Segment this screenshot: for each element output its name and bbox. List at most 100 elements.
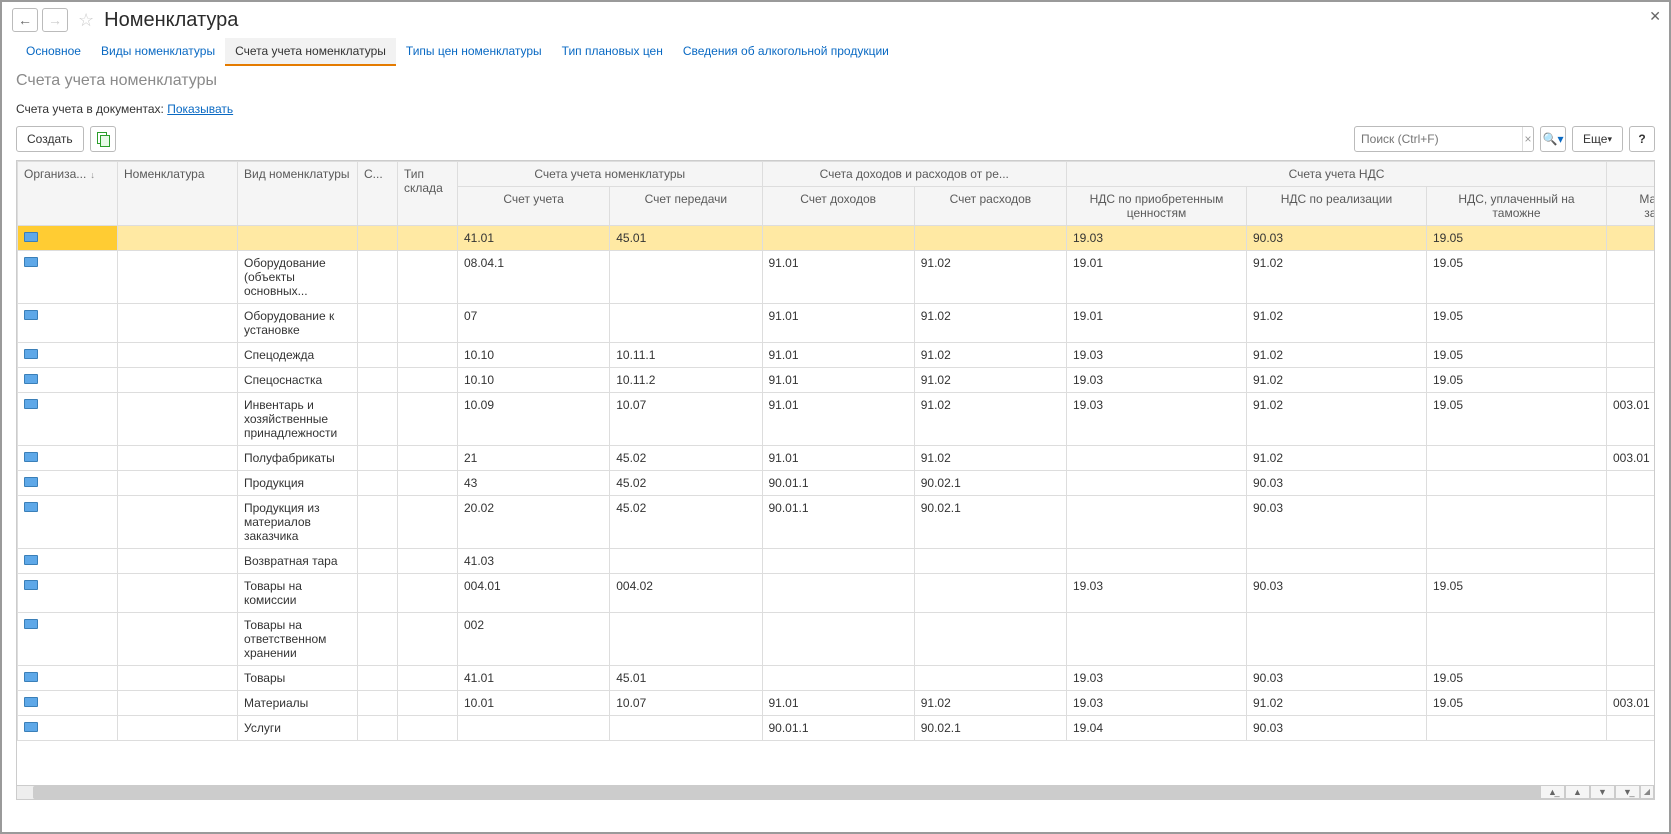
tab-bar: ОсновноеВиды номенклатурыСчета учета ном… (2, 38, 1669, 66)
table-row[interactable]: Товары на комиссии004.01004.0219.0390.03… (18, 574, 1656, 613)
table-row[interactable]: Спецодежда10.1010.11.191.0191.0219.0391.… (18, 343, 1656, 368)
table-row[interactable]: Инвентарь и хозяйственные принадлежности… (18, 393, 1656, 446)
cell: 003.01 (1607, 446, 1656, 471)
resize-corner[interactable]: ◢ (1640, 785, 1654, 799)
scroll-bottom-button[interactable]: ▼̲ (1615, 785, 1640, 799)
table-row[interactable]: Материалы10.0110.0791.0191.0219.0391.021… (18, 691, 1656, 716)
search-button[interactable]: 🔍▾ (1540, 126, 1566, 152)
cell: Продукция из материалов заказчика (238, 496, 358, 549)
table-row[interactable]: Полуфабрикаты2145.0291.0191.0291.02003.0… (18, 446, 1656, 471)
create-button[interactable]: Создать (16, 126, 84, 152)
copy-button[interactable] (90, 126, 116, 152)
col-ndsin-header[interactable]: НДС по приобретенным ценностям (1067, 187, 1247, 226)
tab-4[interactable]: Тип плановых цен (552, 38, 673, 66)
cell (762, 666, 914, 691)
cell: 10.11.1 (610, 343, 762, 368)
cell (358, 446, 398, 471)
cell: 91.02 (914, 368, 1066, 393)
cell: 19.03 (1067, 368, 1247, 393)
cell (762, 549, 914, 574)
cell: Инвентарь и хозяйственные принадлежности (238, 393, 358, 446)
search-clear-button[interactable]: × (1522, 127, 1533, 151)
table-row[interactable]: Продукция из материалов заказчика20.0245… (18, 496, 1656, 549)
cell: 19.05 (1427, 226, 1607, 251)
table-row[interactable]: Услуги90.01.190.02.119.0490.03 (18, 716, 1656, 741)
tab-3[interactable]: Типы цен номенклатуры (396, 38, 552, 66)
col-group-nds[interactable]: Счета учета НДС (1067, 162, 1607, 187)
cell (1607, 716, 1656, 741)
cell: Продукция (238, 471, 358, 496)
cell (610, 716, 762, 741)
table-row[interactable]: Товары на ответственном хранении002 (18, 613, 1656, 666)
more-button[interactable]: Еще (1572, 126, 1623, 152)
help-button[interactable]: ? (1629, 126, 1655, 152)
cell: 91.02 (914, 343, 1066, 368)
cell (398, 716, 458, 741)
col-expense-header[interactable]: Счет расходов (914, 187, 1066, 226)
col-nom-header[interactable]: Номенклатура (118, 162, 238, 226)
scroll-up-button[interactable]: ▲ (1565, 785, 1590, 799)
table-row[interactable]: Оборудование (объекты основных...08.04.1… (18, 251, 1656, 304)
cell (914, 574, 1066, 613)
forward-button[interactable]: → (42, 8, 68, 32)
table-row[interactable]: Оборудование к установке0791.0191.0219.0… (18, 304, 1656, 343)
tab-5[interactable]: Сведения об алкогольной продукции (673, 38, 899, 66)
cell: 90.03 (1247, 666, 1427, 691)
col-ndsout-header[interactable]: НДС по реализации (1247, 187, 1427, 226)
cell: 90.01.1 (762, 716, 914, 741)
cell (1247, 613, 1427, 666)
scroll-down-button[interactable]: ▼ (1590, 785, 1615, 799)
col-vid-header[interactable]: Вид номенклатуры (238, 162, 358, 226)
row-icon (24, 349, 38, 359)
col-mat-header[interactable]: Материалы заказчика (1607, 187, 1656, 226)
tab-2[interactable]: Счета учета номенклатуры (225, 38, 396, 66)
cell: 91.01 (762, 368, 914, 393)
close-button[interactable]: ✕ (1649, 8, 1661, 25)
cell (118, 666, 238, 691)
cell (1067, 549, 1247, 574)
search-wrap: × (1354, 126, 1534, 152)
table-row[interactable]: Продукция4345.0290.01.190.02.190.03 (18, 471, 1656, 496)
cell (1607, 496, 1656, 549)
cell: 45.01 (610, 666, 762, 691)
table-row[interactable]: Возвратная тара41.03 (18, 549, 1656, 574)
cell (118, 549, 238, 574)
cell (358, 226, 398, 251)
cell: 004.01 (458, 574, 610, 613)
cell: Услуги (238, 716, 358, 741)
search-input[interactable] (1355, 132, 1522, 146)
col-group-income[interactable]: Счета доходов и расходов от ре... (762, 162, 1067, 187)
cell (398, 691, 458, 716)
cell: 45.01 (610, 226, 762, 251)
tab-1[interactable]: Виды номенклатуры (91, 38, 225, 66)
horizontal-scrollbar[interactable] (17, 785, 1634, 799)
col-transfer-header[interactable]: Счет передачи (610, 187, 762, 226)
col-group-last[interactable]: Счет... (1607, 162, 1656, 187)
cell (610, 304, 762, 343)
docline-link[interactable]: Показывать (167, 102, 233, 116)
col-acc-header[interactable]: Счет учета (458, 187, 610, 226)
cell (458, 716, 610, 741)
cell: 19.05 (1427, 574, 1607, 613)
back-button[interactable]: ← (12, 8, 38, 32)
cell (398, 666, 458, 691)
col-s-header[interactable]: С... (358, 162, 398, 226)
col-group-accounts[interactable]: Счета учета номенклатуры (458, 162, 763, 187)
col-tip-header[interactable]: Тип склада (398, 162, 458, 226)
col-ndscust-header[interactable]: НДС, уплаченный на таможне (1427, 187, 1607, 226)
cell: 10.09 (458, 393, 610, 446)
cell (1067, 496, 1247, 549)
tab-0[interactable]: Основное (16, 38, 91, 66)
scroll-top-button[interactable]: ▲̲ (1540, 785, 1565, 799)
col-income-header[interactable]: Счет доходов (762, 187, 914, 226)
cell (398, 251, 458, 304)
cell (118, 304, 238, 343)
table-row[interactable]: Товары41.0145.0119.0390.0319.05 (18, 666, 1656, 691)
col-org-header[interactable]: Организа... (24, 167, 86, 181)
table-row[interactable]: 41.0145.0119.0390.0319.05 (18, 226, 1656, 251)
cell: 19.03 (1067, 574, 1247, 613)
table-row[interactable]: Спецоснастка10.1010.11.291.0191.0219.039… (18, 368, 1656, 393)
favorite-star-icon[interactable]: ☆ (78, 10, 94, 31)
cell (610, 613, 762, 666)
cell (1247, 549, 1427, 574)
